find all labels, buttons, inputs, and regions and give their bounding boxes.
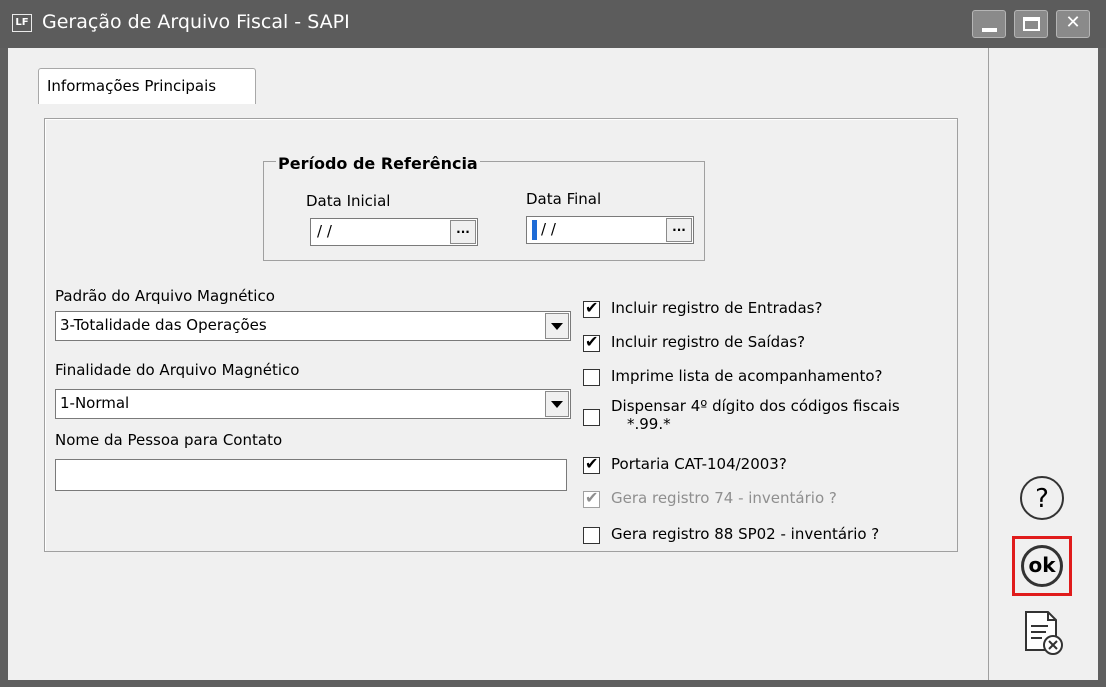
- contato-label: Nome da Pessoa para Contato: [55, 431, 283, 449]
- checkbox-label: Incluir registro de Saídas?: [611, 333, 806, 351]
- data-final-input[interactable]: / / ...: [526, 216, 694, 244]
- checkbox-label: Dispensar 4º dígito dos códigos fiscais: [611, 397, 900, 415]
- main-panel: Período de Referência Data Inicial / / .…: [44, 118, 958, 552]
- padrao-value: 3-Totalidade das Operações: [60, 316, 267, 334]
- checkbox[interactable]: [583, 527, 600, 544]
- check-icon: ✔: [585, 298, 599, 317]
- minimize-icon: [982, 28, 997, 32]
- checkbox-label: Portaria CAT-104/2003?: [611, 455, 787, 473]
- data-inicial-label: Data Inicial: [306, 192, 391, 210]
- checkbox[interactable]: ✔: [583, 298, 600, 318]
- checkbox[interactable]: ✔: [583, 332, 600, 352]
- padrao-label: Padrão do Arquivo Magnético: [55, 287, 275, 305]
- checkbox-label: Imprime lista de acompanhamento?: [611, 367, 883, 385]
- data-final-label: Data Final: [526, 190, 602, 208]
- checkbox: ✔: [583, 488, 600, 508]
- periodo-groupbox: Período de Referência Data Inicial / / .…: [263, 154, 705, 261]
- ok-button-highlight: ok: [1012, 536, 1072, 596]
- data-inicial-picker-button[interactable]: ...: [450, 220, 476, 244]
- check-icon: ✔: [585, 488, 599, 507]
- close-icon: ✕: [1065, 12, 1081, 33]
- help-icon: ?: [1035, 484, 1049, 514]
- application-window: LF Geração de Arquivo Fiscal - SAPI ✕ In…: [0, 0, 1106, 687]
- checkbox[interactable]: ✔: [583, 454, 600, 474]
- ok-button[interactable]: ok: [1021, 545, 1063, 587]
- padrao-select[interactable]: 3-Totalidade das Operações: [55, 311, 571, 341]
- check-icon: ✔: [585, 454, 599, 473]
- tab-label: Informações Principais: [47, 77, 217, 95]
- checkbox-label: Gera registro 88 SP02 - inventário ?: [611, 525, 880, 543]
- data-inicial-value: / /: [317, 222, 332, 240]
- minimize-button[interactable]: [972, 10, 1006, 38]
- close-button[interactable]: ✕: [1056, 10, 1090, 38]
- checkbox[interactable]: [583, 369, 600, 386]
- finalidade-value: 1-Normal: [60, 394, 130, 412]
- help-button[interactable]: ?: [1020, 476, 1064, 520]
- finalidade-dropdown-button[interactable]: [545, 391, 569, 417]
- contato-input[interactable]: [55, 459, 567, 491]
- cancel-document-icon[interactable]: [1022, 610, 1066, 656]
- ok-icon: ok: [1028, 553, 1056, 577]
- maximize-icon: [1023, 17, 1040, 31]
- chevron-down-icon: [551, 323, 563, 330]
- title-bar[interactable]: LF Geração de Arquivo Fiscal - SAPI ✕: [0, 0, 1106, 48]
- padrao-dropdown-button[interactable]: [545, 313, 569, 339]
- chevron-down-icon: [551, 401, 563, 408]
- text-cursor: [532, 220, 537, 240]
- finalidade-select[interactable]: 1-Normal: [55, 389, 571, 419]
- app-icon: LF: [12, 14, 32, 32]
- periodo-legend: Período de Referência: [276, 154, 480, 173]
- checkbox-label: Gera registro 74 - inventário ?: [611, 489, 837, 507]
- data-final-picker-button[interactable]: ...: [666, 218, 692, 242]
- data-final-value: / /: [541, 220, 556, 238]
- checkbox[interactable]: [583, 409, 600, 426]
- finalidade-label: Finalidade do Arquivo Magnético: [55, 361, 300, 379]
- tab-informacoes-principais[interactable]: Informações Principais: [38, 68, 256, 104]
- maximize-button[interactable]: [1014, 10, 1048, 38]
- window-title: Geração de Arquivo Fiscal - SAPI: [42, 11, 350, 33]
- checkbox-sublabel: *.99.*: [627, 415, 671, 433]
- check-icon: ✔: [585, 332, 599, 351]
- data-inicial-input[interactable]: / / ...: [310, 218, 478, 246]
- checkbox-label: Incluir registro de Entradas?: [611, 299, 823, 317]
- client-area: Informações Principais Período de Referê…: [8, 48, 1098, 680]
